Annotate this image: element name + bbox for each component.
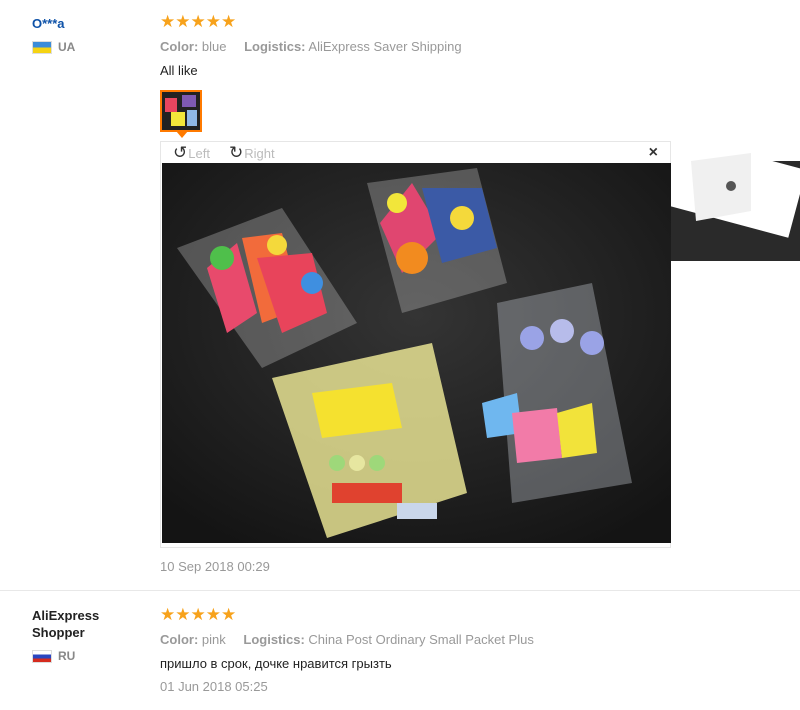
reviewer-info: AliExpress Shopper RU — [32, 607, 142, 663]
logistics-value: China Post Ordinary Small Packet Plus — [308, 632, 534, 647]
reviewer-country: RU — [32, 649, 142, 663]
viewer-toolbar: ↺ Left ↻ Right × — [161, 142, 670, 164]
review-date: 01 Jun 2018 05:25 — [160, 679, 268, 694]
color-label: Color: — [160, 39, 199, 54]
country-code: RU — [58, 649, 76, 663]
rotate-right-icon: ↻ — [229, 143, 244, 162]
flag-ua-icon — [32, 40, 52, 54]
review-divider — [0, 590, 800, 591]
logistics-label: Logistics: — [243, 632, 305, 647]
reviewer-country: UA — [32, 40, 142, 54]
logistics-value: AliExpress Saver Shipping — [308, 39, 462, 54]
review-content: ★★★★★ Color: blue Logistics: AliExpress … — [160, 12, 462, 79]
photo-viewer: ↺ Left ↻ Right × — [160, 141, 671, 548]
flag-ru-icon — [32, 649, 52, 663]
close-icon[interactable]: × — [649, 144, 658, 162]
review-date: 10 Sep 2018 00:29 — [160, 559, 270, 574]
rotate-left-icon: ↺ — [173, 143, 188, 162]
rotate-right-label: Right — [244, 145, 275, 161]
review-text: пришло в срок, дочке нравится грызть — [160, 656, 392, 671]
reviewer-info: O***a UA — [32, 15, 142, 54]
rotate-left-label: Left — [188, 145, 210, 161]
color-label: Color: — [160, 632, 199, 647]
background-object — [671, 141, 800, 261]
review-meta: Color: blue Logistics: AliExpress Saver … — [160, 39, 462, 54]
rotate-right-button[interactable]: ↻ Right — [229, 143, 275, 162]
star-rating: ★★★★★ — [160, 12, 237, 31]
rotate-left-button[interactable]: ↺ Left — [173, 143, 210, 162]
review-photo-large — [162, 163, 671, 543]
color-value: pink — [201, 632, 226, 647]
review-content: ★★★★★ Color: pink Logistics: China Post … — [160, 605, 534, 695]
star-rating: ★★★★★ — [160, 605, 237, 624]
reviewer-name[interactable]: O***a — [32, 15, 142, 32]
color-value: blue — [201, 39, 227, 54]
review-text: All like — [160, 63, 198, 78]
review-photo-thumbnail[interactable] — [160, 90, 202, 132]
thumbnail-pointer — [176, 131, 188, 138]
review-meta: Color: pink Logistics: China Post Ordina… — [160, 632, 534, 647]
reviewer-name[interactable]: AliExpress Shopper — [32, 607, 142, 641]
country-code: UA — [58, 40, 76, 54]
logistics-label: Logistics: — [244, 39, 306, 54]
